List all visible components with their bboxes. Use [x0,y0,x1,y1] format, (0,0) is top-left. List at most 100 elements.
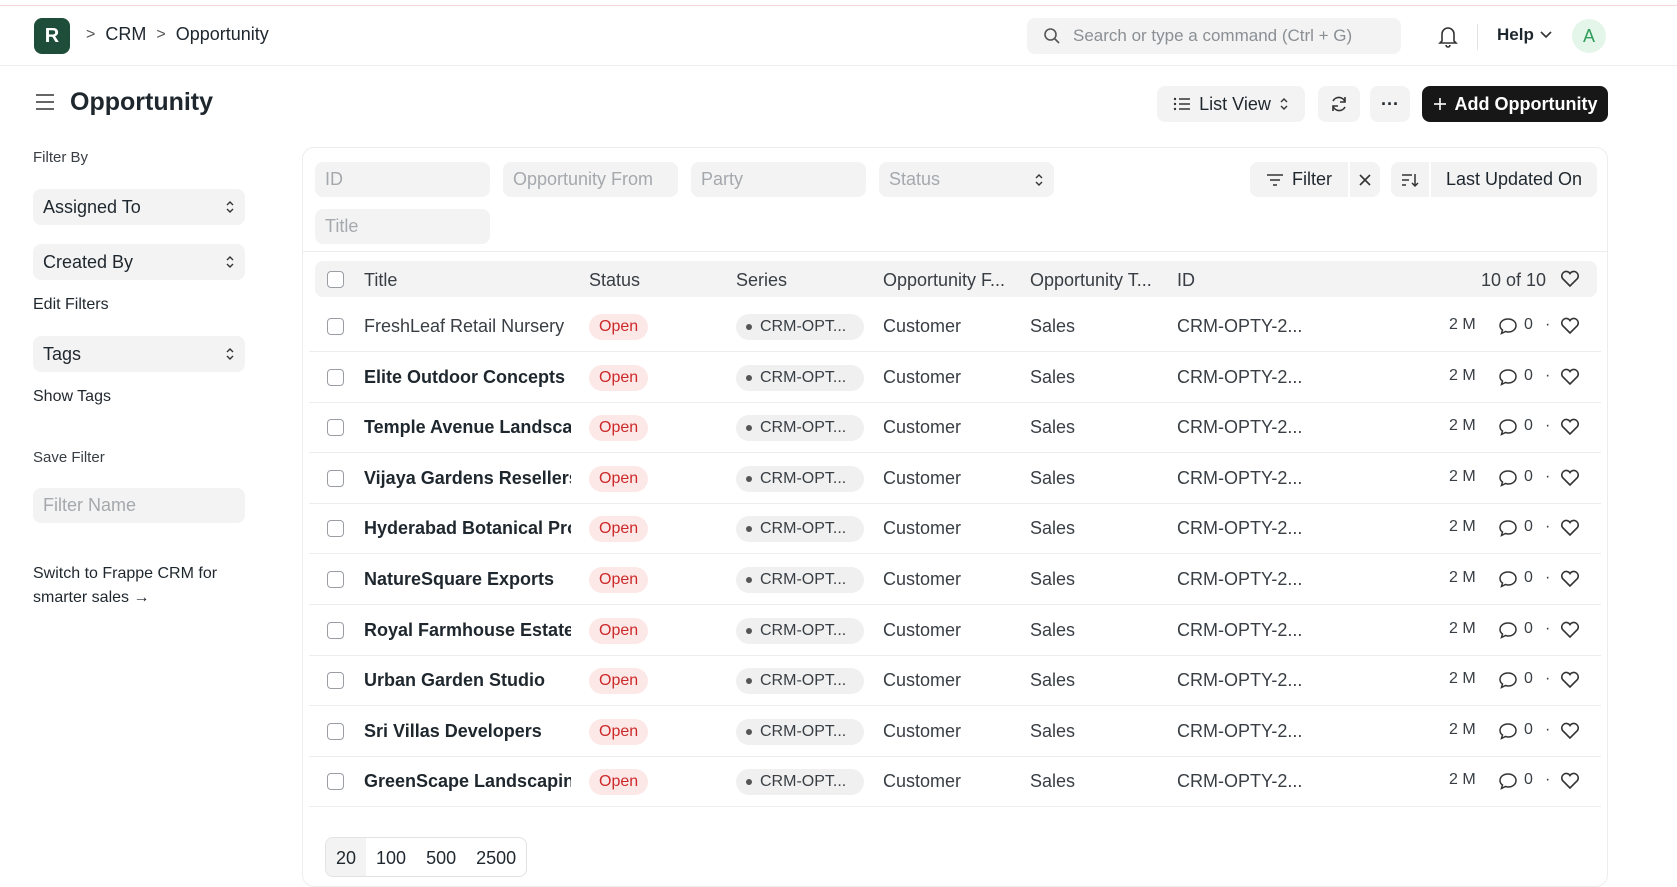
column-series[interactable]: Series [736,270,787,291]
table-row[interactable]: GreenScape Landscaping Open CRM-OPT... Cust… [309,756,1601,807]
filter-by-label: Filter By [33,149,89,166]
row-title[interactable]: Temple Avenue Landscapes [364,417,571,438]
id-filter-input[interactable] [315,162,490,197]
breadcrumb-opportunity[interactable]: Opportunity [176,24,269,45]
table-row[interactable]: Urban Garden Studio Open CRM-OPT... Custome… [309,655,1601,706]
sort-by-button[interactable]: Last Updated On [1431,162,1597,197]
show-tags-link[interactable]: Show Tags [33,388,111,406]
comment-icon[interactable] [1498,418,1518,436]
table-row[interactable]: Temple Avenue Landscapes Open CRM-OPT... Cu… [309,402,1601,453]
title-filter-input[interactable] [315,209,490,244]
heart-icon[interactable] [1560,270,1580,288]
select-arrows-icon [1035,173,1043,186]
column-opportunity-from[interactable]: Opportunity F... [883,270,1005,291]
column-opportunity-type[interactable]: Opportunity T... [1030,270,1152,291]
comment-icon[interactable] [1498,469,1518,487]
bell-icon[interactable] [1437,24,1459,48]
row-checkbox[interactable] [327,318,344,335]
created-by-select[interactable]: Created By [33,244,245,280]
avatar[interactable]: A [1572,19,1606,53]
table-row[interactable]: Royal Farmhouse Estates Open CRM-OPT... Cus… [309,605,1601,656]
more-actions-button[interactable]: ··· [1370,86,1410,122]
select-arrows-icon [226,201,234,213]
heart-icon[interactable] [1560,317,1580,335]
heart-icon[interactable] [1560,621,1580,639]
row-title[interactable]: NatureSquare Exports [364,569,571,590]
page-size-2500[interactable]: 2500 [466,838,526,876]
list-view-button[interactable]: List View [1157,86,1305,122]
row-title[interactable]: Elite Outdoor Concepts [364,367,571,388]
column-status[interactable]: Status [589,270,640,291]
page-size-500[interactable]: 500 [416,838,466,876]
row-title[interactable]: Sri Villas Developers [364,721,571,742]
comment-icon[interactable] [1498,368,1518,386]
comment-icon[interactable] [1498,772,1518,790]
comment-icon[interactable] [1498,317,1518,335]
table-row[interactable]: Sri Villas Developers Open CRM-OPT... Custo… [309,706,1601,757]
status-filter-select[interactable]: Status [879,162,1054,197]
row-title[interactable]: Urban Garden Studio [364,670,571,691]
table-row[interactable]: NatureSquare Exports Open CRM-OPT... Custom… [309,554,1601,605]
modified-time: 2 M [1449,771,1476,788]
add-opportunity-button[interactable]: Add Opportunity [1422,86,1608,122]
heart-icon[interactable] [1560,570,1580,588]
table-row[interactable]: Elite Outdoor Concepts Open CRM-OPT... Cust… [309,352,1601,403]
column-id[interactable]: ID [1177,270,1195,291]
comment-icon[interactable] [1498,519,1518,537]
select-all-checkbox[interactable] [327,271,344,288]
search-input[interactable] [1073,26,1393,46]
row-checkbox[interactable] [327,520,344,537]
row-checkbox[interactable] [327,622,344,639]
row-checkbox[interactable] [327,773,344,790]
hamburger-icon[interactable] [34,92,56,112]
row-checkbox[interactable] [327,369,344,386]
row-title[interactable]: FreshLeaf Retail Nursery [364,316,571,337]
comment-icon[interactable] [1498,722,1518,740]
row-title[interactable]: Hyderabad Botanical Products [364,518,571,539]
heart-icon[interactable] [1560,469,1580,487]
heart-icon[interactable] [1560,772,1580,790]
row-title[interactable]: Vijaya Gardens Resellers [364,468,571,489]
heart-icon[interactable] [1560,519,1580,537]
row-checkbox[interactable] [327,723,344,740]
table-row[interactable]: Hyderabad Botanical Products Open CRM-OPT.… [309,503,1601,554]
series-pill: CRM-OPT... [736,719,864,745]
search-bar[interactable] [1027,18,1401,54]
status-badge: Open [589,314,649,340]
row-title[interactable]: GreenScape Landscaping [364,771,571,792]
app-logo[interactable]: R [34,18,70,54]
column-title[interactable]: Title [364,270,397,291]
breadcrumb-crm[interactable]: CRM [105,24,146,45]
opportunity-type-cell: Sales [1030,771,1076,791]
sort-direction-button[interactable] [1391,162,1429,197]
comment-icon[interactable] [1498,671,1518,689]
heart-icon[interactable] [1560,418,1580,436]
status-badge: Open [589,466,649,492]
tags-select[interactable]: Tags [33,336,245,372]
page-size-100[interactable]: 100 [366,838,416,876]
row-checkbox[interactable] [327,419,344,436]
party-filter-input[interactable] [691,162,866,197]
help-menu[interactable]: Help [1497,25,1552,45]
separator-dot: · [1545,771,1551,788]
row-checkbox[interactable] [327,470,344,487]
heart-icon[interactable] [1560,671,1580,689]
table-row[interactable]: FreshLeaf Retail Nursery Open CRM-OPT... Cu… [309,301,1601,352]
comment-icon[interactable] [1498,621,1518,639]
heart-icon[interactable] [1560,722,1580,740]
edit-filters-link[interactable]: Edit Filters [33,296,109,314]
row-checkbox[interactable] [327,672,344,689]
row-title[interactable]: Royal Farmhouse Estates [364,620,571,641]
opportunity-from-filter-input[interactable] [503,162,678,197]
comment-icon[interactable] [1498,570,1518,588]
filter-name-input[interactable] [33,488,245,523]
clear-filter-button[interactable] [1350,162,1380,197]
refresh-button[interactable] [1318,86,1360,122]
table-row[interactable]: Vijaya Gardens Resellers Open CRM-OPT... Cu… [309,453,1601,504]
row-checkbox[interactable] [327,571,344,588]
page-size-20[interactable]: 20 [326,838,367,876]
filter-button[interactable]: Filter [1250,162,1348,197]
frappe-crm-promo-link[interactable]: Switch to Frappe CRM for smarter sales → [33,562,253,610]
assigned-to-select[interactable]: Assigned To [33,189,245,225]
heart-icon[interactable] [1560,368,1580,386]
